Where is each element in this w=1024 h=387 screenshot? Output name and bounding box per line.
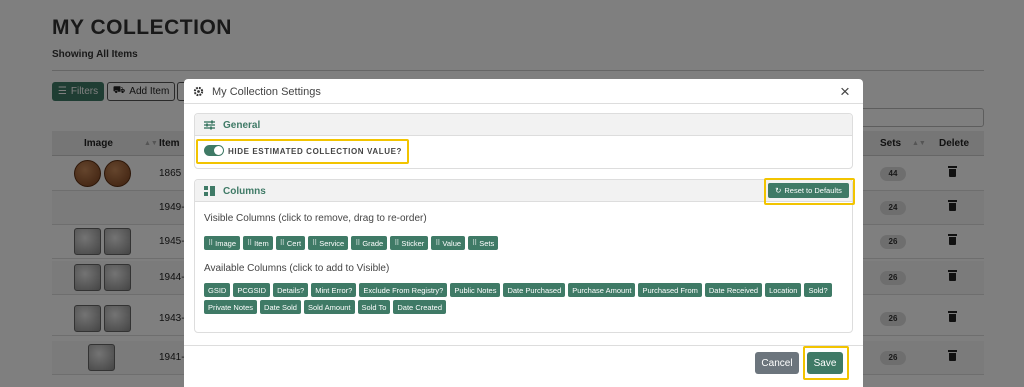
gear-icon	[193, 86, 204, 97]
visible-column-chip[interactable]: ⠿ Service	[308, 236, 349, 250]
columns-card-header: Columns	[195, 180, 852, 202]
available-column-chip[interactable]: Sold To	[357, 300, 391, 314]
modal-footer-divider	[184, 345, 863, 346]
available-column-chip[interactable]: Date Created	[393, 300, 446, 314]
general-title: General	[223, 120, 261, 131]
available-column-chip[interactable]: Purchased From	[638, 283, 702, 297]
chip-label: Image	[215, 238, 236, 248]
settings-modal: My Collection Settings × General HIDE ES…	[184, 79, 863, 387]
grip-icon[interactable]: ⠿	[208, 239, 213, 247]
available-columns-label: Available Columns (click to add to Visib…	[204, 263, 390, 274]
grip-icon[interactable]: ⠿	[394, 239, 399, 247]
chip-label: Item	[254, 238, 269, 248]
chip-label: Grade	[362, 238, 384, 248]
modal-title: My Collection Settings	[212, 86, 321, 98]
visible-columns-list: ⠿ Image ⠿ Item ⠿ Cert ⠿ Service ⠿ Grade ⠿ Sticker ⠿ V…	[204, 236, 844, 250]
visible-column-chip[interactable]: ⠿ Grade	[351, 236, 388, 250]
visible-column-chip[interactable]: ⠿ Item	[243, 236, 273, 250]
visible-column-chip[interactable]: ⠿ Sets	[468, 236, 499, 250]
chip-label: Service	[319, 238, 345, 248]
modal-header: My Collection Settings ×	[184, 79, 863, 104]
available-column-chip[interactable]: Date Purchased	[503, 283, 566, 297]
chip-label: Value	[442, 238, 462, 248]
grip-icon[interactable]: ⠿	[355, 239, 360, 247]
available-column-chip[interactable]: Sold Amount	[303, 300, 355, 314]
available-column-chip[interactable]: Exclude From Registry?	[359, 283, 448, 297]
grip-icon[interactable]: ⠿	[280, 239, 285, 247]
cancel-button[interactable]: Cancel	[755, 352, 799, 374]
grip-icon[interactable]: ⠿	[312, 239, 317, 247]
chip-label: Sticker	[401, 238, 425, 248]
grip-icon[interactable]: ⠿	[247, 239, 252, 247]
chip-label: Sets	[479, 238, 495, 248]
visible-columns-label: Visible Columns (click to remove, drag t…	[204, 213, 427, 224]
columns-title: Columns	[223, 186, 266, 197]
chip-label: Cert	[286, 238, 302, 248]
available-column-chip[interactable]: Private Notes	[204, 300, 258, 314]
highlight-box	[803, 346, 849, 380]
visible-column-chip[interactable]: ⠿ Cert	[275, 236, 306, 250]
highlight-box	[196, 139, 409, 164]
highlight-box	[764, 178, 855, 205]
visible-column-chip[interactable]: ⠿ Sticker	[390, 236, 429, 250]
available-column-chip[interactable]: PCGSID	[233, 283, 271, 297]
close-icon[interactable]: ×	[840, 83, 850, 100]
available-column-chip[interactable]: Public Notes	[450, 283, 501, 297]
columns-icon	[204, 186, 215, 196]
available-column-chip[interactable]: Mint Error?	[311, 283, 357, 297]
grip-icon[interactable]: ⠿	[435, 239, 440, 247]
general-card-header: General	[195, 114, 852, 136]
available-column-chip[interactable]: GSID	[204, 283, 231, 297]
available-column-chip[interactable]: Details?	[273, 283, 309, 297]
available-columns-list: GSID PCGSID Details? Mint Error? Exclude Fro…	[204, 283, 844, 314]
available-column-chip[interactable]: Date Sold	[260, 300, 301, 314]
available-column-chip[interactable]: Purchase Amount	[568, 283, 636, 297]
sliders-icon	[204, 120, 215, 130]
grip-icon[interactable]: ⠿	[472, 239, 477, 247]
visible-column-chip[interactable]: ⠿ Image	[204, 236, 240, 250]
available-column-chip[interactable]: Date Received	[704, 283, 763, 297]
available-column-chip[interactable]: Location	[765, 283, 802, 297]
visible-column-chip[interactable]: ⠿ Value	[431, 236, 466, 250]
available-column-chip[interactable]: Sold?	[804, 283, 832, 297]
